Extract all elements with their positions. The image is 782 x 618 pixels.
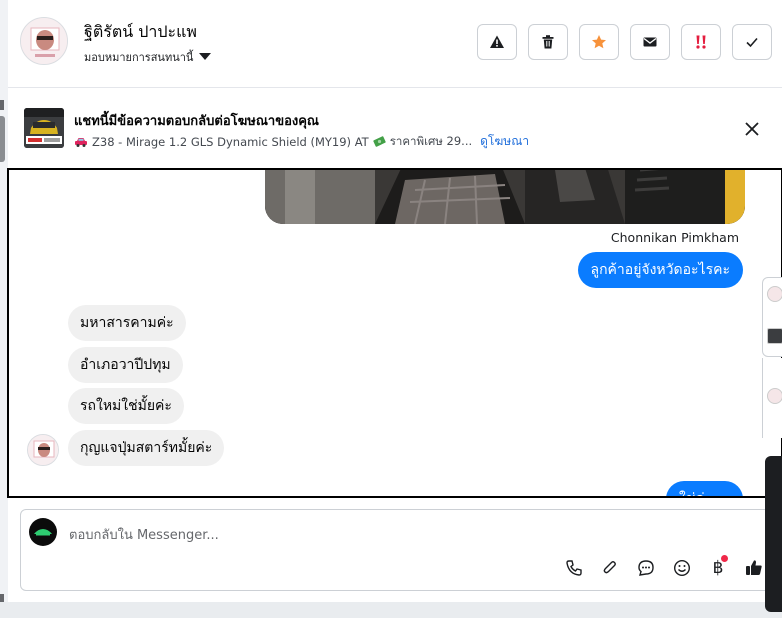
contact-avatar[interactable]	[20, 17, 68, 65]
avatar	[767, 388, 782, 404]
ad-banner-subtitle: Z38 - Mirage 1.2 GLS Dynamic Shield (MY1…	[74, 132, 529, 151]
attach-button[interactable]	[598, 556, 622, 580]
page-avatar	[29, 518, 57, 546]
panel-resize-handle[interactable]	[0, 116, 5, 162]
saved-reply-icon	[638, 560, 654, 576]
spam-button[interactable]	[477, 24, 517, 60]
composer-toolbar: ฿	[562, 555, 766, 580]
page-bottom-edge	[0, 602, 782, 618]
paperclip-icon	[603, 561, 616, 574]
warning-icon	[490, 35, 504, 48]
notification-dot	[721, 555, 728, 562]
side-dark-panel[interactable]	[765, 456, 782, 612]
message-bubble-outgoing[interactable]: ลูกค้าอยู่จังหวัดอะไรคะ	[577, 252, 743, 288]
message-bubble-incoming[interactable]: อำเภอวาปีปทุม	[68, 347, 183, 383]
view-ad-link[interactable]: ดูโฆษณา	[480, 132, 529, 151]
follow-up-button[interactable]	[579, 24, 619, 60]
delete-button[interactable]	[528, 24, 568, 60]
call-button[interactable]	[562, 556, 586, 580]
ad-thumbnail[interactable]	[24, 108, 64, 148]
message-bubble-incoming[interactable]: รถใหม่ใช่มั้ยค่ะ	[68, 388, 184, 424]
ad-banner-title: แชทนี้มีข้อความตอบกลับต่อโฆษณาของคุณ	[74, 114, 319, 129]
conversation-header: ฐิติรัตน์ ปาปะแพ มอบหมายการสนทนานี้	[8, 0, 782, 88]
saved-replies-button[interactable]	[634, 556, 658, 580]
reply-composer: ตอบกลับใน Messenger... ฿	[20, 509, 780, 591]
star-icon	[592, 35, 606, 49]
close-icon	[745, 122, 759, 136]
ad-reply-banner: แชทนี้มีข้อความตอบกลับต่อโฆษณาของคุณ Z38…	[8, 97, 782, 159]
header-actions	[477, 24, 772, 60]
message-thread[interactable]: Chonnikan Pimkham ลูกค้าอยู่จังหวัดอะไรค…	[7, 168, 782, 498]
assign-conversation-dropdown[interactable]: มอบหมายการสนทนานี้	[84, 48, 212, 66]
thumbs-up-icon	[746, 560, 762, 575]
side-chat-preview[interactable]	[762, 277, 782, 357]
ad-price: ราคาพิเศษ 29...	[389, 133, 473, 148]
shared-car-photo[interactable]	[265, 170, 745, 224]
contact-name[interactable]: ฐิติรัตน์ ปาปะแพ	[84, 20, 197, 45]
like-button[interactable]	[742, 556, 766, 580]
close-banner-button[interactable]	[742, 119, 762, 139]
emoji-icon	[673, 559, 691, 577]
ad-thumbnail-mini	[767, 328, 782, 344]
avatar	[767, 286, 782, 302]
message-bubble-outgoing[interactable]: ใช่ค่ะ ...	[665, 481, 743, 496]
message-bubble-incoming[interactable]: กุญแจปุ่มสตาร์ทมั้ยค่ะ	[68, 430, 225, 466]
envelope-icon	[643, 37, 657, 47]
mark-unread-button[interactable]	[630, 24, 670, 60]
sender-name: Chonnikan Pimkham	[610, 230, 739, 245]
car-icon	[75, 137, 87, 147]
reply-input[interactable]: ตอบกลับใน Messenger...	[69, 524, 219, 545]
scroll-nub	[0, 100, 4, 110]
side-chat-preview[interactable]	[762, 358, 782, 438]
payment-button[interactable]: ฿	[706, 555, 730, 580]
priority-button[interactable]	[681, 24, 721, 60]
message-bubble-incoming[interactable]: มหาสารคามค่ะ	[68, 305, 186, 341]
chevron-down-icon	[199, 52, 212, 60]
trash-icon	[542, 35, 554, 49]
emoji-button[interactable]	[670, 556, 694, 580]
phone-icon	[566, 560, 582, 576]
checkmark-icon	[746, 37, 758, 48]
mark-done-button[interactable]	[732, 24, 772, 60]
double-exclamation-icon	[696, 35, 706, 49]
money-icon	[373, 136, 386, 147]
contact-avatar-small[interactable]	[27, 434, 59, 466]
assign-label: มอบหมายการสนทนานี้	[84, 51, 194, 64]
ad-product-name: Z38 - Mirage 1.2 GLS Dynamic Shield (MY1…	[92, 134, 369, 149]
